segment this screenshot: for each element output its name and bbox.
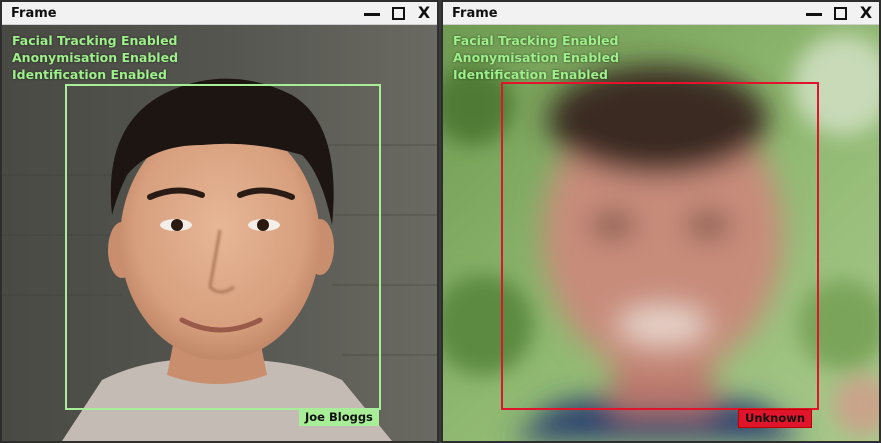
maximize-icon <box>833 6 847 20</box>
status-facial-tracking: Facial Tracking Enabled <box>453 33 619 48</box>
status-anonymisation: Anonymisation Enabled <box>453 50 620 65</box>
video-view: Facial Tracking Enabled Anonymisation En… <box>443 25 879 441</box>
maximize-icon <box>391 6 405 20</box>
close-button[interactable]: X <box>411 2 437 24</box>
video-window-left: Frame X Facial Tracking Enabled Anonymis… <box>0 0 439 443</box>
maximize-button[interactable] <box>385 2 411 24</box>
status-overlay: Facial Tracking Enabled Anonymisation En… <box>12 32 178 83</box>
close-button[interactable]: X <box>853 2 879 24</box>
maximize-button[interactable] <box>827 2 853 24</box>
window-titlebar[interactable]: Frame X <box>2 2 437 25</box>
status-overlay: Facial Tracking Enabled Anonymisation En… <box>453 32 619 83</box>
minimize-icon <box>364 12 380 16</box>
status-identification: Identification Enabled <box>453 67 608 82</box>
video-view: Facial Tracking Enabled Anonymisation En… <box>2 25 437 441</box>
status-anonymisation: Anonymisation Enabled <box>12 50 179 65</box>
window-titlebar[interactable]: Frame X <box>443 2 879 25</box>
video-window-right: Frame X Facial Tracking Enabled Anonymis… <box>441 0 881 443</box>
face-identity-label: Joe Bloggs <box>299 409 379 426</box>
minimize-button[interactable] <box>359 2 385 24</box>
window-title: Frame <box>11 5 57 21</box>
face-bounding-box <box>501 82 819 410</box>
minimize-icon <box>806 12 822 16</box>
status-facial-tracking: Facial Tracking Enabled <box>12 33 178 48</box>
close-icon: X <box>417 3 431 22</box>
window-title: Frame <box>452 5 498 21</box>
minimize-button[interactable] <box>801 2 827 24</box>
face-bounding-box <box>65 84 381 410</box>
status-identification: Identification Enabled <box>12 67 167 82</box>
close-icon: X <box>859 3 873 22</box>
face-identity-label: Unknown <box>738 409 813 428</box>
